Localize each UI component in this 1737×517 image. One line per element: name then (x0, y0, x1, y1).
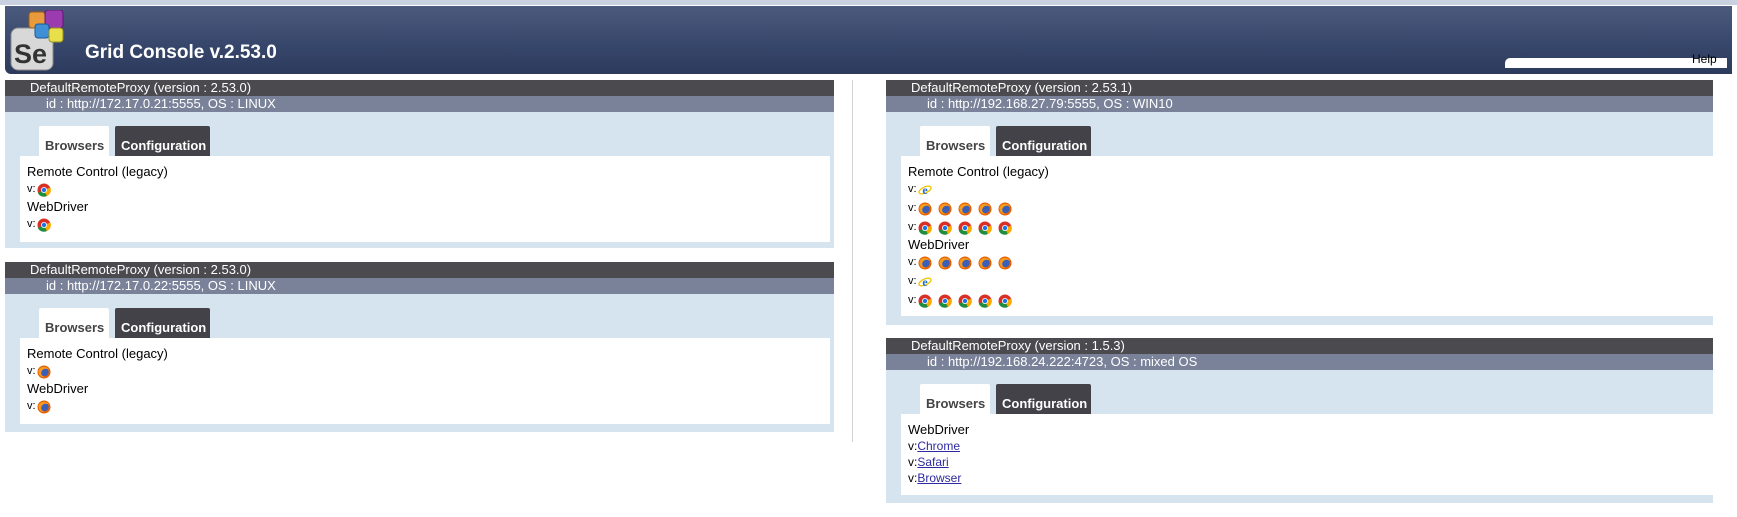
browsers-content: Remote Control (legacy) v: WebDriver v: (20, 338, 830, 424)
remote-control-label: Remote Control (legacy) (908, 164, 1049, 179)
firefox-icon[interactable] (938, 256, 952, 270)
tab-configuration[interactable]: Configuration (996, 126, 1091, 156)
chrome-icon[interactable] (918, 294, 932, 308)
browsers-content: WebDriver v:Chrome v:Safari v:Browser (901, 414, 1723, 495)
webdriver-label: WebDriver (27, 381, 89, 396)
browsers-content: Remote Control (legacy) v: e v: v: WebDri… (901, 156, 1723, 316)
version-label: v: (27, 218, 36, 230)
tab-configuration[interactable]: Configuration (996, 384, 1091, 414)
proxy-title: DefaultRemoteProxy (version : 2.53.1) (886, 80, 1713, 96)
proxy-id: id : http://172.17.0.21:5555, OS : LINUX (5, 96, 834, 112)
column-divider (852, 80, 853, 442)
ie-icon[interactable]: e (917, 183, 932, 197)
firefox-icon[interactable] (958, 202, 972, 216)
version-label: v: (908, 221, 917, 233)
firefox-icon[interactable] (918, 256, 932, 270)
chrome-icon[interactable] (958, 294, 972, 308)
proxy-tabs: Browsers Configuration (886, 370, 1713, 414)
proxy-id: id : http://192.168.24.222:4723, OS : mi… (886, 354, 1713, 370)
firefox-icon[interactable] (37, 365, 51, 379)
version-label: v: (908, 439, 918, 453)
selenium-logo: Se (9, 9, 69, 72)
firefox-icon[interactable] (918, 202, 932, 216)
browser-link-row: v:Browser (908, 470, 1723, 486)
tab-configuration[interactable]: Configuration (115, 308, 210, 338)
browsers-content: Remote Control (legacy) v: WebDriver v: (20, 156, 830, 242)
browser-link[interactable]: Browser (917, 471, 961, 485)
safari-link[interactable]: Safari (917, 455, 948, 469)
remote-control-label: Remote Control (legacy) (27, 346, 168, 361)
chrome-icon[interactable] (998, 294, 1012, 308)
version-label: v: (27, 400, 36, 412)
proxy-panel: DefaultRemoteProxy (version : 2.53.0) id… (5, 262, 834, 432)
top-band (0, 0, 1737, 5)
chrome-icon[interactable] (938, 221, 952, 235)
firefox-icon[interactable] (978, 256, 992, 270)
tab-browsers[interactable]: Browsers (39, 126, 109, 156)
version-label: v: (908, 294, 917, 306)
ie-icon[interactable]: e (917, 275, 932, 289)
browser-link-row: v:Safari (908, 454, 1723, 470)
version-label: v: (27, 365, 36, 377)
browser-row: v: (908, 253, 1723, 272)
firefox-icon[interactable] (978, 202, 992, 216)
version-label: v: (908, 183, 917, 195)
chrome-icon[interactable] (918, 221, 932, 235)
version-label: v: (908, 202, 917, 214)
tab-configuration[interactable]: Configuration (115, 126, 210, 156)
webdriver-label: WebDriver (908, 422, 970, 437)
browser-row: v: e (908, 180, 1723, 199)
proxy-title: DefaultRemoteProxy (version : 2.53.0) (5, 80, 834, 96)
chrome-icon[interactable] (998, 221, 1012, 235)
chrome-icon[interactable] (978, 294, 992, 308)
help-link[interactable]: Help (1692, 52, 1717, 66)
browser-row: v: (908, 199, 1723, 218)
proxy-id: id : http://172.17.0.22:5555, OS : LINUX (5, 278, 834, 294)
proxy-panel: DefaultRemoteProxy (version : 2.53.1) id… (886, 80, 1723, 325)
chrome-link[interactable]: Chrome (917, 439, 960, 453)
browser-row: v: (27, 180, 830, 199)
webdriver-label: WebDriver (908, 237, 970, 252)
svg-text:Se: Se (14, 39, 47, 69)
browser-row: v: (27, 362, 830, 381)
version-label: v: (908, 275, 917, 287)
chrome-icon[interactable] (958, 221, 972, 235)
browser-link-row: v:Chrome (908, 438, 1723, 454)
proxy-panel: DefaultRemoteProxy (version : 1.5.3) id … (886, 338, 1723, 503)
proxy-panel: DefaultRemoteProxy (version : 2.53.0) id… (5, 80, 834, 248)
firefox-icon[interactable] (998, 256, 1012, 270)
proxy-tabs: Browsers Configuration (886, 112, 1713, 156)
page-title: Grid Console v.2.53.0 (85, 42, 277, 63)
firefox-icon[interactable] (998, 202, 1012, 216)
svg-text:e: e (922, 183, 928, 197)
version-label: v: (908, 471, 918, 485)
svg-text:e: e (922, 275, 928, 289)
header-bar: Se Grid Console v.2.53.0 (5, 6, 1732, 74)
firefox-icon[interactable] (938, 202, 952, 216)
chrome-icon[interactable] (938, 294, 952, 308)
proxy-tabs: Browsers Configuration (5, 112, 834, 156)
version-label: v: (27, 183, 36, 195)
browser-row: v: (908, 291, 1723, 310)
browser-row: v: (27, 215, 830, 234)
tab-browsers[interactable]: Browsers (39, 308, 109, 338)
chrome-icon[interactable] (37, 218, 51, 232)
proxy-title: DefaultRemoteProxy (version : 1.5.3) (886, 338, 1713, 354)
browser-row: v: e (908, 272, 1723, 291)
chrome-icon[interactable] (978, 221, 992, 235)
version-label: v: (908, 256, 917, 268)
remote-control-label: Remote Control (legacy) (27, 164, 168, 179)
browser-row: v: (27, 397, 830, 416)
firefox-icon[interactable] (37, 400, 51, 414)
version-label: v: (908, 455, 918, 469)
tab-browsers[interactable]: Browsers (920, 384, 990, 414)
webdriver-label: WebDriver (27, 199, 89, 214)
proxy-id: id : http://192.168.27.79:5555, OS : WIN… (886, 96, 1713, 112)
firefox-icon[interactable] (958, 256, 972, 270)
chrome-icon[interactable] (37, 183, 51, 197)
tab-browsers[interactable]: Browsers (920, 126, 990, 156)
proxy-title: DefaultRemoteProxy (version : 2.53.0) (5, 262, 834, 278)
proxy-tabs: Browsers Configuration (5, 294, 834, 338)
browser-row: v: (908, 218, 1723, 237)
